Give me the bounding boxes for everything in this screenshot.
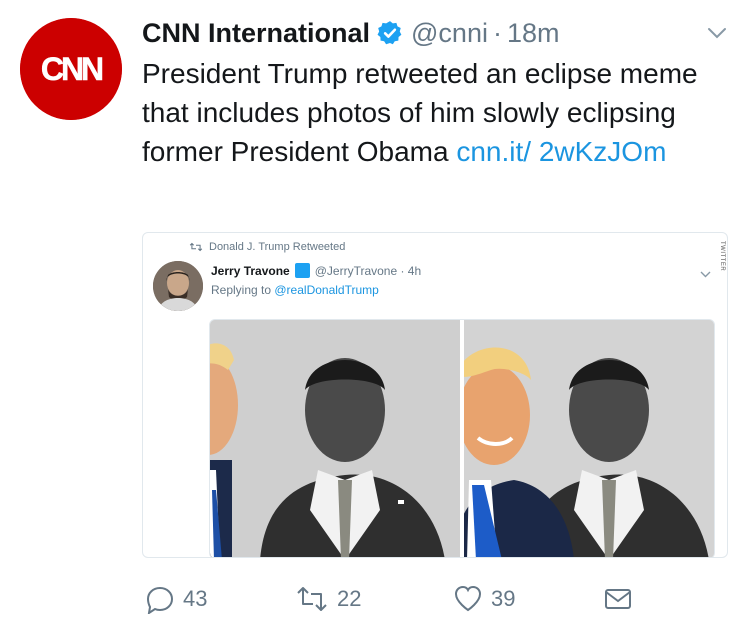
display-name[interactable]: CNN International bbox=[142, 18, 370, 49]
svg-text:CNN: CNN bbox=[41, 51, 102, 87]
direct-message-button[interactable] bbox=[603, 584, 633, 614]
reply-icon bbox=[146, 586, 174, 614]
verified-badge-icon bbox=[377, 20, 403, 46]
timestamp[interactable]: 18m bbox=[507, 18, 560, 49]
photo-left[interactable] bbox=[210, 320, 460, 557]
like-count: 39 bbox=[491, 586, 516, 611]
quoted-tweet-card[interactable]: Donald J. Trump Retweeted Jerry Travone … bbox=[142, 232, 728, 558]
obama-photo-image bbox=[210, 320, 460, 557]
avatar[interactable] bbox=[153, 261, 203, 311]
envelope-icon bbox=[605, 589, 631, 609]
retweet-button[interactable]: 22 bbox=[295, 584, 361, 614]
handle[interactable]: @cnni bbox=[411, 18, 488, 49]
tweet-header: CNN International @cnni · 18m bbox=[142, 14, 560, 52]
tweet-text: President Trump retweeted an eclipse mem… bbox=[142, 54, 727, 171]
retweet-count: 22 bbox=[337, 586, 362, 611]
separator-dot: · bbox=[492, 17, 502, 48]
tweet-actions: 43 22 39 bbox=[145, 584, 645, 618]
retweet-context: Donald J. Trump Retweeted bbox=[189, 241, 345, 253]
replying-to: Replying to @realDonaldTrump bbox=[211, 283, 379, 297]
retweet-icon bbox=[189, 242, 203, 252]
watermark: TWITTER bbox=[719, 241, 725, 272]
retweet-icon bbox=[297, 587, 327, 611]
photo-grid[interactable] bbox=[209, 319, 715, 557]
replying-prefix: Replying to bbox=[211, 283, 275, 297]
reply-count: 43 bbox=[183, 586, 208, 611]
chevron-down-icon[interactable] bbox=[700, 269, 711, 280]
cnn-avatar[interactable]: CNN bbox=[20, 18, 122, 120]
twitter-bird-badge-icon bbox=[294, 263, 310, 278]
like-button[interactable]: 39 bbox=[453, 584, 515, 614]
replying-to-link[interactable]: @realDonaldTrump bbox=[274, 283, 378, 297]
trump-obama-photo-image bbox=[464, 320, 714, 557]
quoted-author-name[interactable]: Jerry Travone bbox=[211, 264, 290, 278]
cnn-logo-icon: CNN bbox=[20, 18, 122, 120]
retweeted-by-label: Donald J. Trump Retweeted bbox=[209, 241, 346, 253]
reply-button[interactable]: 43 bbox=[145, 584, 207, 614]
quoted-tweet-header: Jerry Travone @JerryTravone · 4h bbox=[211, 263, 421, 278]
tweet-link[interactable]: cnn.it/ 2wKzJOm bbox=[456, 136, 666, 167]
quoted-author-handle[interactable]: @JerryTravone · 4h bbox=[315, 264, 421, 278]
chevron-down-icon[interactable] bbox=[706, 22, 728, 44]
photo-right[interactable] bbox=[464, 320, 714, 557]
profile-photo-icon bbox=[153, 261, 203, 311]
heart-icon bbox=[454, 585, 482, 612]
